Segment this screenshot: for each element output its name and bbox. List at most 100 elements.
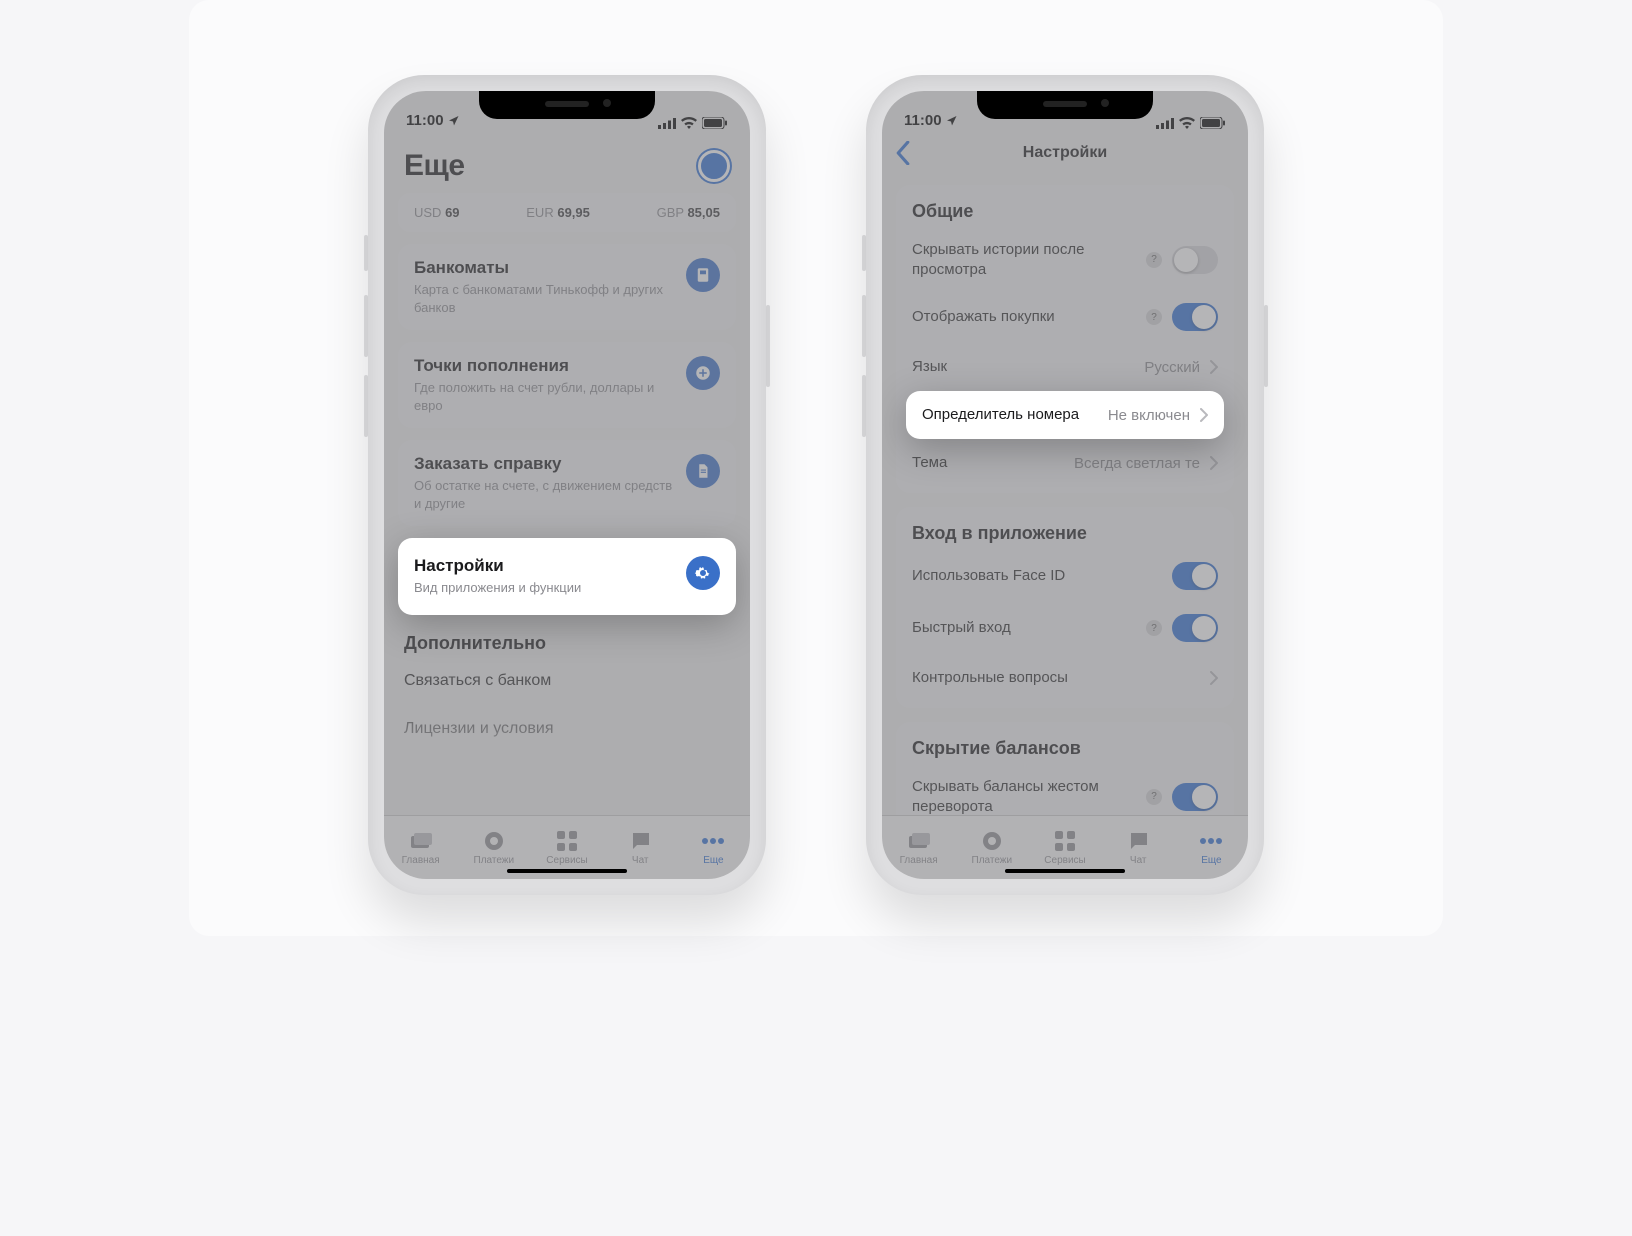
phone-settings-screen: 11:00 Настройки Общие Скрывать истории п… <box>866 75 1264 895</box>
row-language[interactable]: Язык Русский <box>896 343 1234 391</box>
tab-label: Сервисы <box>1044 855 1085 866</box>
row-label: Быстрый вход <box>912 618 1136 638</box>
row-label: Скрывать истории после просмотра <box>912 240 1136 279</box>
card-subtitle: Карта с банкоматами Тинькофф и других ба… <box>414 281 674 316</box>
wifi-icon <box>681 117 697 129</box>
tab-label: Чат <box>1130 855 1147 866</box>
notch <box>479 91 655 119</box>
group-header: Вход в приложение <box>896 513 1234 550</box>
row-theme[interactable]: Тема Всегда светлая те <box>896 439 1234 487</box>
tab-label: Главная <box>402 855 440 866</box>
row-face-id[interactable]: Использовать Face ID <box>896 550 1234 602</box>
coin-icon <box>482 829 506 853</box>
tab-label: Чат <box>632 855 649 866</box>
rate-value: 69 <box>445 205 459 220</box>
chat-icon <box>628 829 652 853</box>
section-header-extra: Дополнительно <box>404 633 730 654</box>
chevron-right-icon <box>1200 408 1208 422</box>
toggle-quick-login[interactable] <box>1172 614 1218 642</box>
row-hide-balances-flip[interactable]: Скрывать балансы жестом переворота ? <box>896 765 1234 815</box>
tab-home[interactable]: Главная <box>882 816 955 879</box>
card-stack-icon <box>409 829 433 853</box>
rate-code: GBP <box>657 205 684 220</box>
battery-icon <box>702 117 728 129</box>
tab-label: Главная <box>900 855 938 866</box>
row-label: Контрольные вопросы <box>912 668 1200 688</box>
toggle-show-purchases[interactable] <box>1172 303 1218 331</box>
tab-more[interactable]: Еще <box>677 816 750 879</box>
card-order-statement[interactable]: Заказать справку Об остатке на счете, с д… <box>398 440 736 526</box>
status-time: 11:00 <box>406 112 444 129</box>
tab-label: Платежи <box>474 855 515 866</box>
chat-icon <box>1126 829 1150 853</box>
home-indicator <box>1005 869 1125 873</box>
signal-icon <box>1156 118 1174 129</box>
row-label: Отображать покупки <box>912 307 1136 327</box>
help-icon[interactable]: ? <box>1146 789 1162 805</box>
status-time: 11:00 <box>904 112 942 129</box>
help-icon[interactable]: ? <box>1146 309 1162 325</box>
row-label: Язык <box>912 357 1134 377</box>
link-contact-bank[interactable]: Связаться с банком <box>398 662 736 700</box>
atm-icon <box>686 258 720 292</box>
row-label: Тема <box>912 453 1064 473</box>
avatar[interactable] <box>698 150 730 182</box>
tab-label: Еще <box>703 855 723 866</box>
card-topup-points[interactable]: Точки пополнения Где положить на счет руб… <box>398 342 736 428</box>
rate-code: EUR <box>526 205 553 220</box>
card-title: Заказать справку <box>414 454 674 474</box>
nav-title: Настройки <box>1023 144 1107 162</box>
currency-rates[interactable]: USD 69 EUR 69,95 GBP 85,05 <box>398 193 736 232</box>
row-hide-stories[interactable]: Скрывать истории после просмотра ? <box>896 228 1234 291</box>
coin-icon <box>980 829 1004 853</box>
wifi-icon <box>1179 117 1195 129</box>
rate-code: USD <box>414 205 441 220</box>
tab-label: Сервисы <box>546 855 587 866</box>
chevron-right-icon <box>1210 456 1218 470</box>
row-label: Использовать Face ID <box>912 566 1162 586</box>
row-quick-login[interactable]: Быстрый вход ? <box>896 602 1234 654</box>
card-subtitle: Об остатке на счете, с движением средств… <box>414 477 674 512</box>
help-icon[interactable]: ? <box>1146 620 1162 636</box>
card-title: Точки пополнения <box>414 356 674 376</box>
location-icon <box>946 115 958 127</box>
group-hide-balances: Скрытие балансов Скрывать балансы жестом… <box>896 722 1234 815</box>
tab-label: Платежи <box>972 855 1013 866</box>
card-stack-icon <box>907 829 931 853</box>
link-licenses[interactable]: Лицензии и условия <box>398 710 736 748</box>
row-value: Всегда светлая те <box>1074 455 1200 472</box>
group-general: Общие Скрывать истории после просмотра ?… <box>896 185 1234 493</box>
row-show-purchases[interactable]: Отображать покупки ? <box>896 291 1234 343</box>
tab-home[interactable]: Главная <box>384 816 457 879</box>
card-subtitle: Где положить на счет рубли, доллары и ев… <box>414 379 674 414</box>
rate-value: 69,95 <box>557 205 590 220</box>
dots-icon <box>1199 829 1223 853</box>
row-label: Определитель номера <box>922 405 1098 425</box>
toggle-hide-balances[interactable] <box>1172 783 1218 811</box>
signal-icon <box>658 118 676 129</box>
notch <box>977 91 1153 119</box>
row-security-questions[interactable]: Контрольные вопросы <box>896 654 1234 702</box>
help-icon[interactable]: ? <box>1146 252 1162 268</box>
document-icon <box>686 454 720 488</box>
card-atms[interactable]: Банкоматы Карта с банкоматами Тинькофф и … <box>398 244 736 330</box>
card-title: Настройки <box>414 556 581 576</box>
page-title: Еще <box>404 149 465 183</box>
row-value: Не включен <box>1108 407 1190 424</box>
card-settings[interactable]: НастройкиВид приложения и функции <box>398 538 736 615</box>
card-title: Банкоматы <box>414 258 674 278</box>
dots-icon <box>701 829 725 853</box>
toggle-face-id[interactable] <box>1172 562 1218 590</box>
grid-icon <box>1053 829 1077 853</box>
rate-value: 85,05 <box>687 205 720 220</box>
group-header: Общие <box>896 191 1234 228</box>
grid-icon <box>555 829 579 853</box>
back-icon[interactable] <box>894 141 912 165</box>
tab-label: Еще <box>1201 855 1221 866</box>
plus-circle-icon <box>686 356 720 390</box>
row-caller-id[interactable]: Определитель номера Не включен <box>906 391 1224 439</box>
chevron-right-icon <box>1210 671 1218 685</box>
toggle-hide-stories[interactable] <box>1172 246 1218 274</box>
group-header: Скрытие балансов <box>896 728 1234 765</box>
tab-more[interactable]: Еще <box>1175 816 1248 879</box>
